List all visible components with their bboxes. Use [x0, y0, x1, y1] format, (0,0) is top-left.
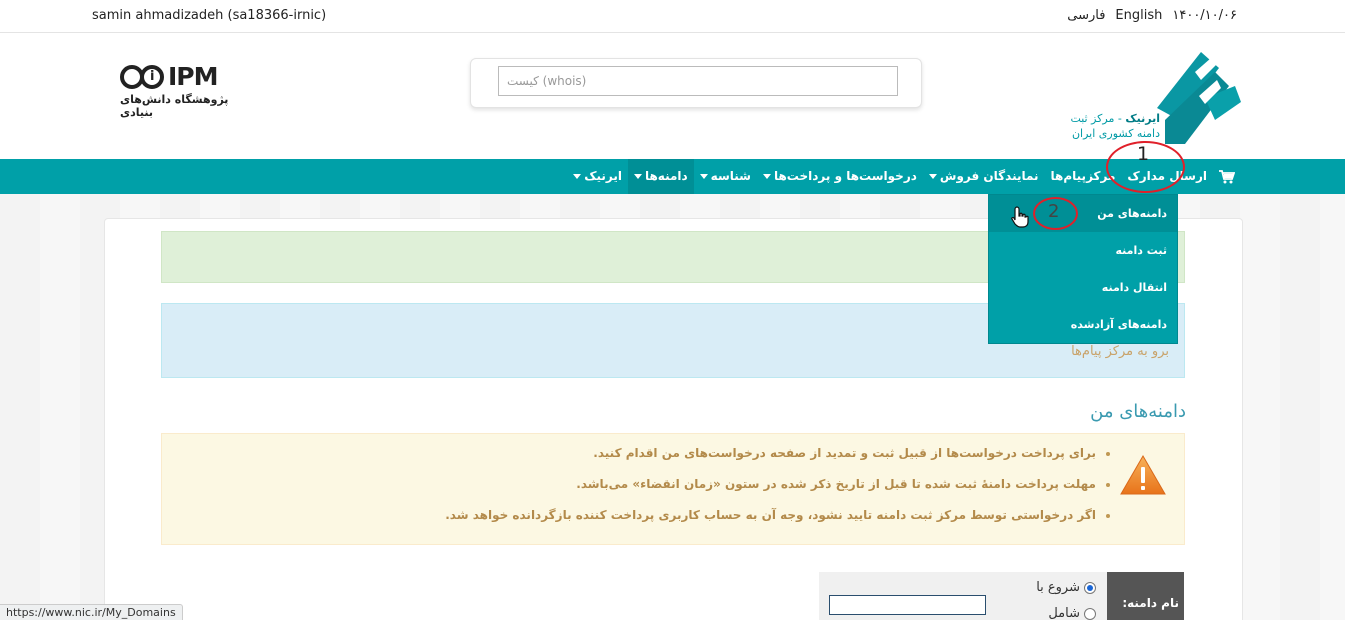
browser-status-url: https://www.nic.ir/My_Domains	[0, 604, 183, 620]
warning-box: برای پرداخت درخواست‌ها از قبیل ثبت و تمد…	[161, 433, 1185, 545]
current-date: ۱۴۰۰/۱۰/۰۶	[1172, 8, 1237, 23]
nav-handle[interactable]: شناسه	[694, 159, 757, 194]
ipm-logo-subtitle: پژوهشگاه دانش‌های بنیادی	[120, 93, 229, 119]
radio-contains[interactable]	[1084, 607, 1096, 620]
irnic-logo-subtitle: دامنه کشوری ایران	[1071, 127, 1160, 140]
menu-item-transfer-domain[interactable]: انتقال دامنه	[989, 269, 1177, 306]
page-title: دامنه‌های من	[1090, 401, 1186, 422]
nav-domains[interactable]: دامنه‌ها	[627, 159, 694, 194]
ipm-logo[interactable]: i IPM پژوهشگاه دانش‌های بنیادی	[120, 62, 255, 119]
caret-down-icon	[928, 174, 937, 179]
nav-resellers[interactable]: نمایندگان فروش	[923, 159, 1045, 194]
menu-item-register-domain[interactable]: ثبت دامنه	[989, 232, 1177, 269]
lang-en-link[interactable]: English	[1115, 8, 1162, 23]
irnic-logo[interactable]: ایرنیک - مرکز ثبت دامنه کشوری ایران	[1060, 50, 1245, 150]
caret-down-icon	[573, 174, 582, 179]
user-name[interactable]: samin ahmadizadeh (sa18366-irnic)	[92, 8, 326, 23]
whois-search-box	[470, 58, 922, 108]
domain-name-input[interactable]	[829, 595, 986, 615]
cart-icon	[1219, 169, 1235, 183]
nav-irnic[interactable]: ایرنیک	[567, 159, 628, 194]
annotation-number-2: 2	[1048, 201, 1060, 222]
domain-filter-form: نام دامنه: شروع با شامل	[819, 572, 1184, 620]
ipm-circles-icon: i	[120, 65, 166, 89]
radio-starts-with[interactable]	[1084, 581, 1096, 594]
ipm-logo-text: IPM	[168, 62, 219, 91]
filter-option-contains[interactable]: شامل	[1048, 606, 1096, 620]
filter-option-label: شروع با	[1036, 580, 1080, 595]
caret-down-icon	[699, 174, 708, 179]
nav-cart[interactable]	[1213, 159, 1241, 194]
warning-item: برای پرداخت درخواست‌ها از قبیل ثبت و تمد…	[445, 446, 1096, 460]
irnic-logo-title: ایرنیک - مرکز ثبت	[1070, 112, 1160, 125]
filter-option-label: شامل	[1048, 606, 1080, 620]
hand-pointer-icon	[1011, 206, 1029, 228]
lang-fa-link[interactable]: فارسی	[1067, 8, 1105, 23]
caret-down-icon	[633, 174, 642, 179]
warning-item: اگر درخواستی توسط مرکز ثبت دامنه تایید ن…	[445, 508, 1096, 522]
top-bar: samin ahmadizadeh (sa18366-irnic) فارسی …	[0, 0, 1345, 33]
warning-list: برای پرداخت درخواست‌ها از قبیل ثبت و تمد…	[445, 446, 1104, 539]
annotation-number-1: 1	[1137, 143, 1150, 165]
nav-requests-payments[interactable]: درخواست‌ها و پرداخت‌ها	[757, 159, 923, 194]
ipm-mark: i IPM	[120, 62, 255, 91]
go-to-message-center-link[interactable]: برو به مرکز پیام‌ها	[1071, 344, 1169, 359]
menu-item-released-domains[interactable]: دامنه‌های آزادشده	[989, 306, 1177, 343]
filter-option-starts-with[interactable]: شروع با	[1036, 580, 1096, 595]
irnic-logo-icon	[1157, 52, 1241, 144]
topbar-right: فارسی English ۱۴۰۰/۱۰/۰۶	[1067, 8, 1237, 23]
whois-search-input[interactable]	[498, 66, 898, 96]
domain-name-label: نام دامنه:	[1107, 572, 1184, 620]
warning-item: مهلت پرداخت دامنهٔ ثبت شده تا قبل از تار…	[445, 477, 1096, 491]
warning-icon	[1120, 455, 1166, 495]
caret-down-icon	[762, 174, 771, 179]
